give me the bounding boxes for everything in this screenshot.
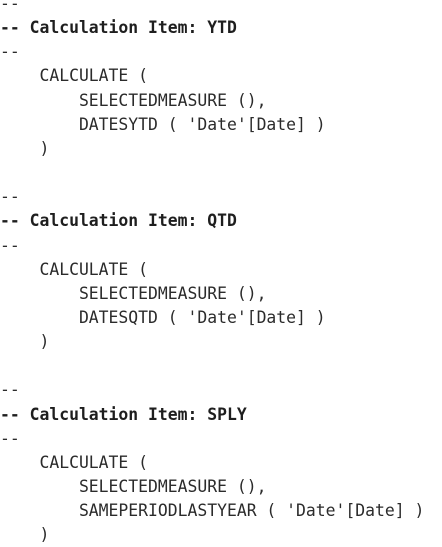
code-line: SELECTEDMEASURE (), — [0, 90, 267, 110]
code-line: DATESQTD ( 'Date'[Date] ) — [0, 307, 326, 327]
code-line: -- — [0, 428, 20, 448]
code-line: CALCULATE ( — [0, 66, 149, 86]
code-line: CALCULATE ( — [0, 259, 149, 279]
calculation-item-heading: -- Calculation Item: QTD — [0, 211, 237, 231]
code-line: SELECTEDMEASURE (), — [0, 477, 267, 496]
calculation-item-heading: -- Calculation Item: YTD — [0, 18, 237, 38]
code-listing: -- -- Calculation Item: YTD -- CALCULATE (… — [0, 0, 442, 544]
code-line: -- — [0, 187, 20, 207]
code-line: ) — [0, 138, 50, 158]
code-line: ) — [0, 332, 50, 352]
code-line: -- — [0, 42, 20, 62]
code-line: -- — [0, 380, 20, 400]
calculation-item-heading: -- Calculation Item: SPLY — [0, 404, 247, 424]
code-line: -- — [0, 0, 20, 13]
code-line: CALCULATE ( — [0, 452, 149, 472]
code-line: ) — [0, 525, 50, 545]
code-line: SAMEPERIODLASTYEAR ( 'Date'[Date] ) — [0, 501, 425, 521]
code-line: DATESYTD ( 'Date'[Date] ) — [0, 114, 326, 134]
code-line: -- — [0, 235, 20, 255]
code-line: SELECTEDMEASURE (), — [0, 283, 267, 303]
